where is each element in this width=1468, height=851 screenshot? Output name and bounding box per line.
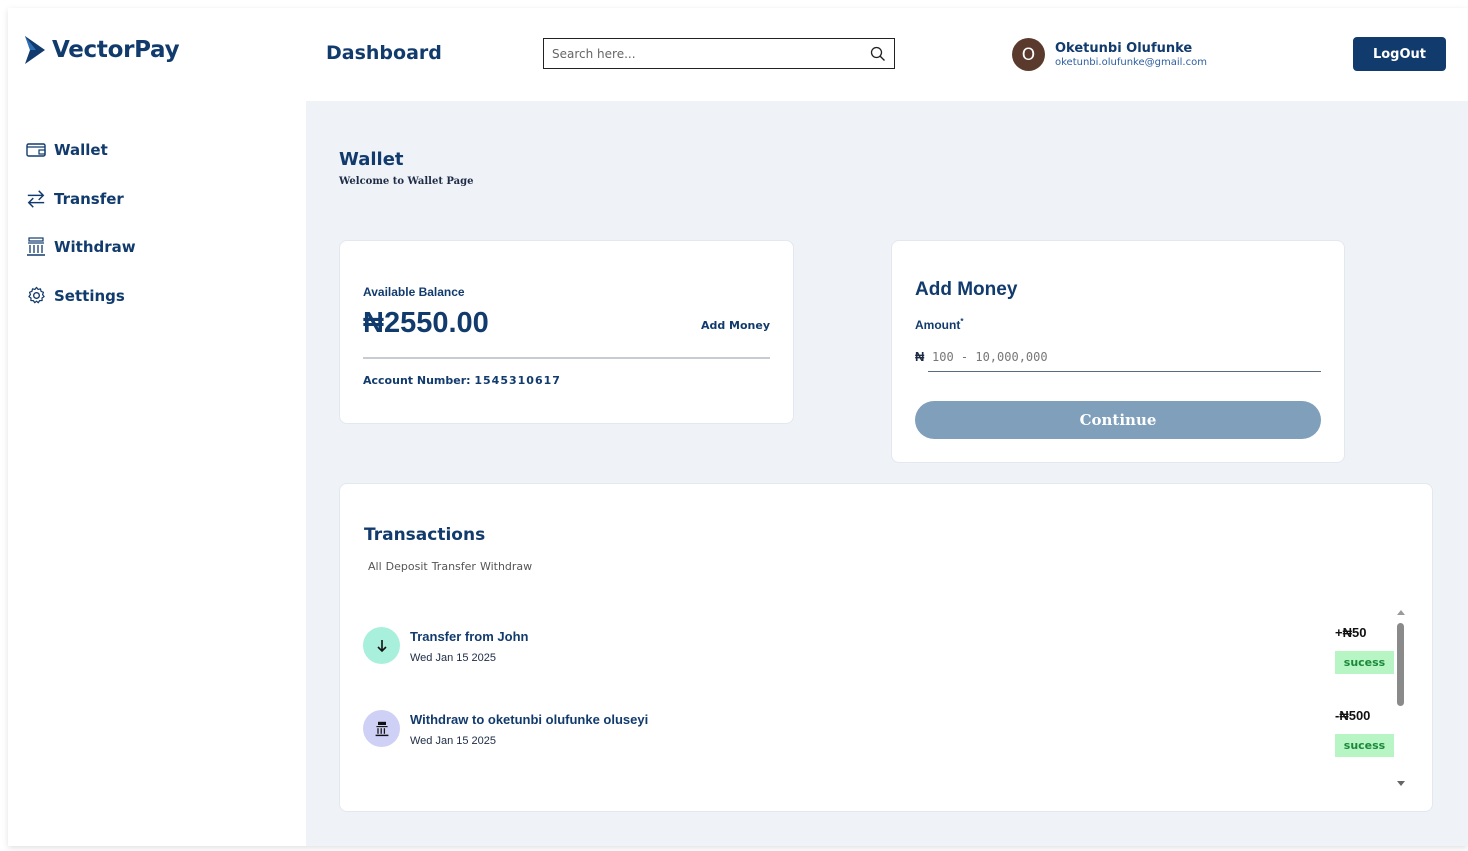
logo-mark-icon: [25, 36, 45, 64]
bank-icon: [363, 710, 400, 747]
sidebar-item-withdraw[interactable]: Withdraw: [26, 223, 136, 272]
transaction-name: Transfer from John: [410, 629, 529, 644]
page-title: Dashboard: [326, 42, 442, 64]
amount-label: Amount*: [915, 317, 964, 332]
sidebar-item-label: Withdraw: [54, 238, 136, 257]
transactions-title: Transactions: [364, 525, 486, 545]
section-subtitle: Welcome to Wallet Page: [339, 176, 474, 187]
transactions-scrollbar[interactable]: [1393, 606, 1409, 790]
add-money-title: Add Money: [915, 279, 1018, 300]
sidebar-item-label: Wallet: [54, 141, 108, 160]
user-profile[interactable]: O Oketunbi Olufunke oketunbi.olufunke@gm…: [1012, 38, 1207, 71]
transaction-date: Wed Jan 15 2025: [410, 735, 497, 747]
gear-icon: [26, 286, 46, 306]
logo[interactable]: VectorPay: [24, 34, 180, 66]
logout-button[interactable]: LogOut: [1353, 37, 1446, 71]
top-header: Dashboard O Oketunbi Olufunke oketunbi.o…: [306, 8, 1468, 101]
wallet-icon: [26, 140, 46, 160]
user-name: Oketunbi Olufunke: [1055, 41, 1193, 56]
transaction-amount: -₦500: [1335, 708, 1371, 723]
filter-all[interactable]: All: [368, 560, 382, 573]
divider: [363, 357, 770, 359]
add-money-card: Add Money Amount* ₦ Continue: [891, 240, 1345, 463]
amount-input[interactable]: [928, 343, 1321, 372]
transactions-card: Transactions All Deposit Transfer Withdr…: [339, 483, 1433, 812]
user-email: oketunbi.olufunke@gmail.com: [1055, 57, 1207, 68]
sidebar-item-wallet[interactable]: Wallet: [26, 126, 136, 175]
transfer-icon: [26, 189, 46, 209]
account-number: 1545310617: [474, 374, 561, 387]
transaction-filters: All Deposit Transfer Withdraw: [368, 560, 532, 573]
sidebar-item-label: Settings: [54, 286, 125, 305]
section-title: Wallet: [339, 149, 404, 170]
arrow-down-icon: [363, 627, 400, 664]
transaction-row[interactable]: Withdraw to oketunbi olufunke oluseyi We…: [363, 705, 1394, 757]
transaction-name: Withdraw to oketunbi olufunke oluseyi: [410, 712, 649, 727]
naira-icon: ₦: [915, 349, 925, 364]
add-money-link[interactable]: Add Money: [701, 319, 770, 332]
search-input[interactable]: [552, 46, 870, 61]
balance-card: Available Balance ₦2550.00 Add Money Acc…: [339, 240, 794, 424]
search-bar: [543, 38, 895, 69]
required-mark: *: [960, 317, 964, 326]
scroll-down-icon[interactable]: [1397, 781, 1405, 786]
sidebar-item-label: Transfer: [54, 189, 124, 208]
scroll-up-icon[interactable]: [1397, 610, 1405, 615]
transaction-date: Wed Jan 15 2025: [410, 652, 497, 664]
sidebar: VectorPay Wallet Transfer Withdraw Setti…: [8, 8, 306, 846]
status-badge: sucess: [1335, 734, 1394, 757]
app-name: VectorPay: [52, 37, 180, 63]
balance-label: Available Balance: [363, 285, 465, 299]
sidebar-item-settings[interactable]: Settings: [26, 272, 136, 321]
account-number-label: Account Number:: [363, 374, 471, 387]
continue-button[interactable]: Continue: [915, 401, 1321, 439]
avatar: O: [1012, 38, 1045, 71]
status-badge: sucess: [1335, 651, 1394, 674]
sidebar-nav: Wallet Transfer Withdraw Settings: [26, 126, 136, 320]
sidebar-item-transfer[interactable]: Transfer: [26, 175, 136, 224]
main-content: Wallet Welcome to Wallet Page Available …: [306, 101, 1468, 846]
balance-amount: ₦2550.00: [363, 307, 489, 339]
bank-icon: [26, 237, 46, 257]
filter-transfer[interactable]: Transfer: [432, 560, 476, 573]
transaction-amount: +₦50: [1335, 625, 1367, 640]
filter-withdraw[interactable]: Withdraw: [480, 560, 532, 573]
account-number-row: Account Number: 1545310617: [363, 374, 561, 387]
transaction-row[interactable]: Transfer from John Wed Jan 15 2025 +₦50 …: [363, 622, 1394, 674]
search-icon[interactable]: [870, 46, 886, 62]
scrollbar-thumb[interactable]: [1397, 623, 1404, 706]
filter-deposit[interactable]: Deposit: [386, 560, 428, 573]
user-info: Oketunbi Olufunke oketunbi.olufunke@gmai…: [1055, 41, 1207, 68]
